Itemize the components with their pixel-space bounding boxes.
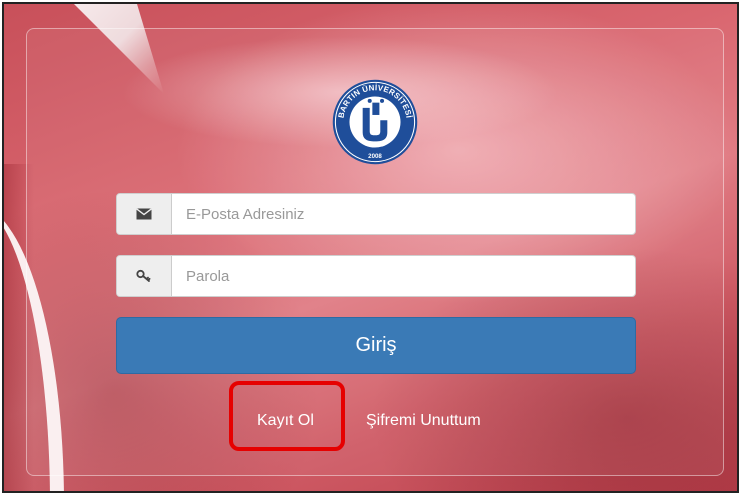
- logo-year: 2008: [368, 153, 382, 160]
- highlight-box: [229, 381, 345, 451]
- login-button[interactable]: Giriş: [116, 317, 636, 374]
- university-logo: BARTIN ÜNİVERSİTESİ 2008: [332, 79, 418, 165]
- password-field-group: [116, 255, 636, 297]
- key-icon: [117, 256, 172, 296]
- email-field[interactable]: [172, 194, 635, 234]
- envelope-icon: [117, 194, 172, 234]
- email-field-group: [116, 193, 636, 235]
- forgot-password-link[interactable]: Şifremi Unuttum: [366, 412, 481, 430]
- password-field[interactable]: [172, 256, 635, 296]
